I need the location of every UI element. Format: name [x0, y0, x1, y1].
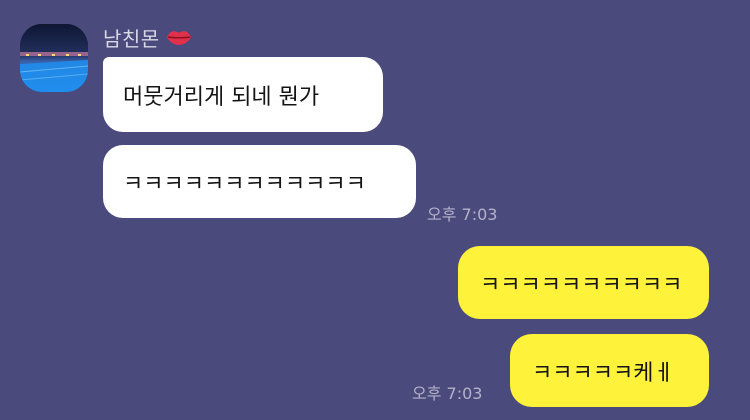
message-timestamp: 오후 7:03 [427, 205, 498, 224]
message-text: ㅋㅋㅋㅋㅋ케ㅔ [532, 360, 674, 386]
message-bubble-incoming[interactable]: 머뭇거리게 되네 뭔가 [103, 57, 383, 132]
lips-icon [166, 28, 192, 46]
message-text: ㅋㅋㅋㅋㅋㅋㅋㅋㅋㅋㅋㅋ [123, 171, 366, 197]
avatar-night-pool-image [20, 24, 88, 92]
chat-room: 남친몬 머뭇거리게 되네 뭔가 ㅋㅋㅋㅋㅋㅋㅋㅋㅋㅋㅋㅋ 오후 7:03 ㅋㅋㅋ… [0, 0, 750, 420]
message-bubble-outgoing[interactable]: ㅋㅋㅋㅋㅋㅋㅋㅋㅋㅋ [458, 246, 709, 319]
message-bubble-incoming[interactable]: ㅋㅋㅋㅋㅋㅋㅋㅋㅋㅋㅋㅋ [103, 145, 416, 218]
avatar[interactable] [20, 24, 88, 92]
sender-header: 남친몬 [103, 22, 192, 52]
sender-name: 남친몬 [103, 26, 160, 51]
message-bubble-outgoing[interactable]: ㅋㅋㅋㅋㅋ케ㅔ [510, 334, 709, 407]
message-text: 머뭇거리게 되네 뭔가 [123, 84, 320, 110]
message-text: ㅋㅋㅋㅋㅋㅋㅋㅋㅋㅋ [480, 272, 683, 298]
message-timestamp: 오후 7:03 [412, 384, 483, 403]
